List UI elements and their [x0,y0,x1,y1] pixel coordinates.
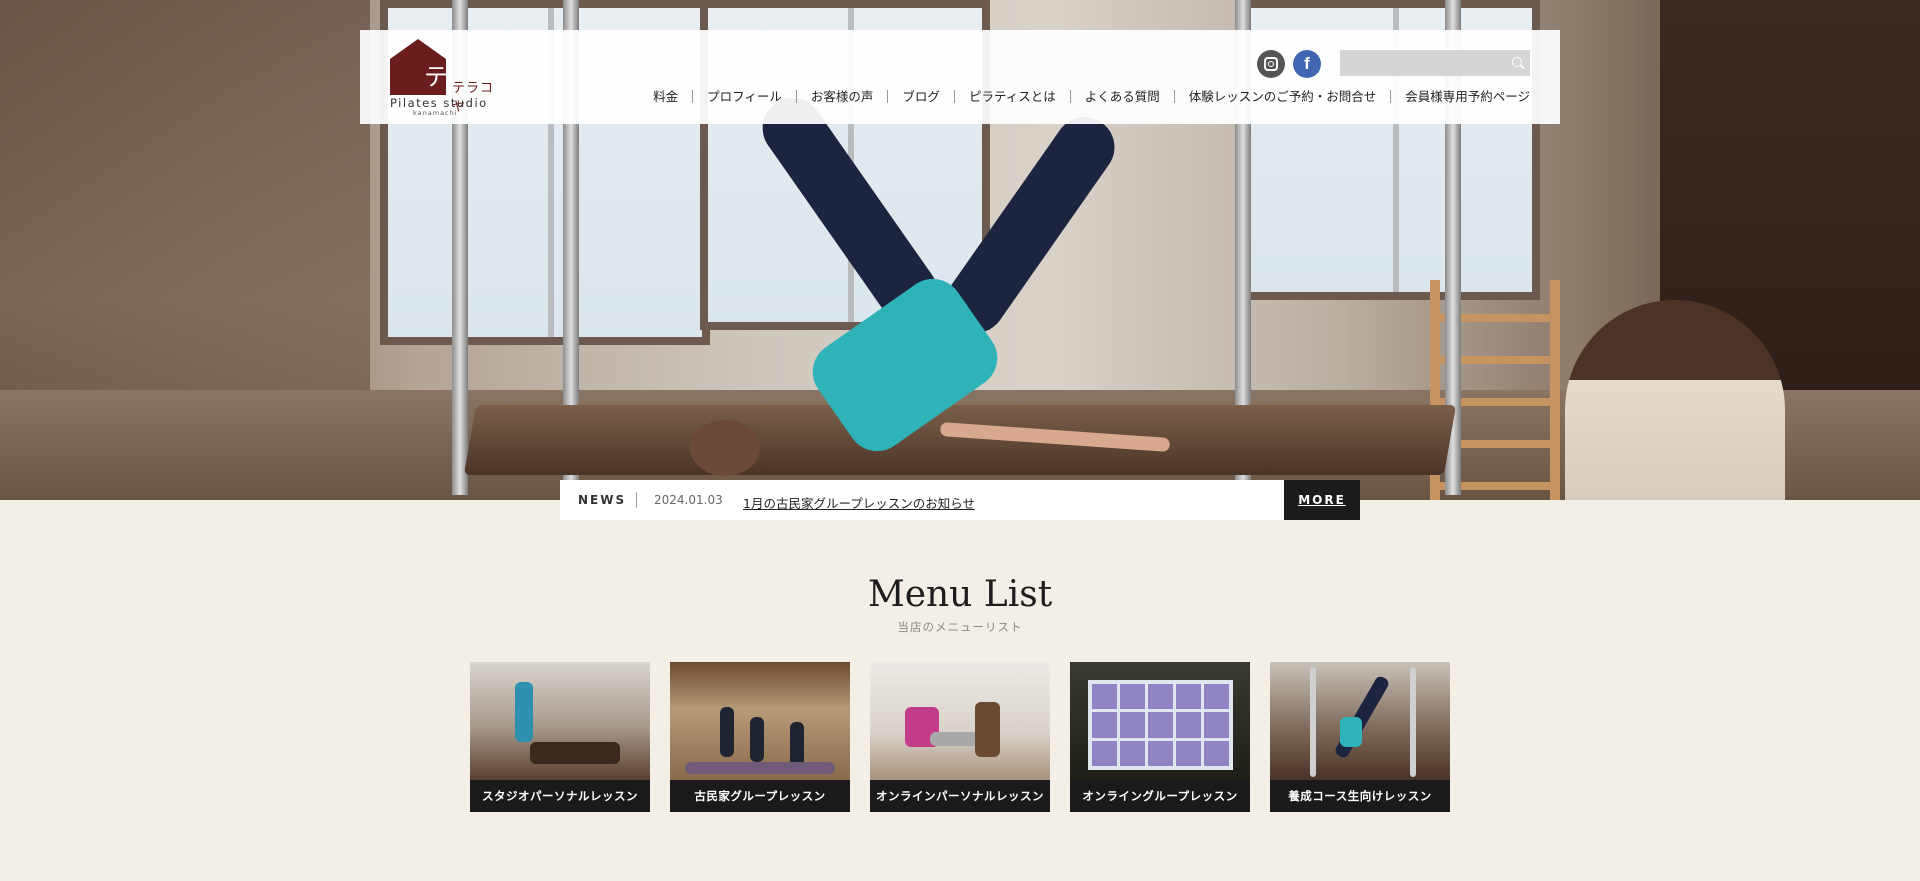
svg-text:テ: テ [424,63,446,91]
search-icon[interactable] [1512,57,1522,67]
menu-card-online-group[interactable]: オンライングループレッスン [1070,662,1250,812]
menu-card-studio-personal[interactable]: スタジオパーソナルレッスン [470,662,650,812]
news-more-button[interactable]: MORE [1284,480,1360,520]
site-logo[interactable]: テ テラコヤ Pilates studio kanamachi [390,39,495,117]
nav-item-faq[interactable]: よくある質問 [1071,90,1175,103]
menu-section-title: Menu List [867,574,1053,615]
search-box [1340,50,1530,76]
menu-card-label: オンラインパーソナルレッスン [870,780,1050,812]
nav-item-trial-contact[interactable]: 体験レッスンのご予約・お問合せ [1175,90,1392,103]
logo-text: Pilates studio [390,96,488,110]
menu-card-online-personal[interactable]: オンラインパーソナルレッスン [870,662,1050,812]
house-logo-icon: テ [390,39,446,95]
main-nav: 料金 プロフィール お客様の声 ブログ ピラティスとは よくある質問 体験レッス… [639,90,1530,103]
site-header: テ テラコヤ Pilates studio kanamachi f 料金 プロフ… [360,30,1560,124]
menu-card-trainee-lessons[interactable]: 養成コース生向けレッスン [1270,662,1450,812]
menu-card-photo [870,662,1050,780]
hero-figure-head [690,420,760,476]
menu-card-photo [670,662,850,780]
menu-card-kominka-group[interactable]: 古民家グループレッスン [670,662,850,812]
nav-item-blog[interactable]: ブログ [888,90,955,103]
news-bar: NEWS 2024.01.03 1月の古民家グループレッスンのお知らせ MORE [560,480,1360,520]
facebook-icon[interactable]: f [1293,50,1321,78]
menu-card-label: スタジオパーソナルレッスン [470,780,650,812]
nav-item-member-booking[interactable]: 会員様専用予約ページ [1391,90,1530,103]
news-divider [636,492,637,508]
menu-card-photo [1270,662,1450,780]
menu-card-list: スタジオパーソナルレッスン 古民家グループレッスン オンラインパーソナルレッスン… [470,662,1450,812]
search-input[interactable] [1340,50,1500,76]
menu-card-photo [470,662,650,780]
menu-section-subtitle: 当店のメニューリスト [897,620,1023,634]
nav-item-profile[interactable]: プロフィール [693,90,797,103]
news-date: 2024.01.03 [654,493,723,507]
news-label: NEWS [578,493,627,507]
logo-subtext: kanamachi [413,109,458,117]
hero-bench [463,405,1457,475]
menu-card-label: 養成コース生向けレッスン [1270,780,1450,812]
menu-card-label: 古民家グループレッスン [670,780,850,812]
nav-item-pricing[interactable]: 料金 [639,90,694,103]
instagram-icon[interactable] [1257,50,1285,78]
menu-card-photo [1070,662,1250,780]
news-title-link[interactable]: 1月の古民家グループレッスンのお知らせ [743,493,975,512]
nav-item-testimonials[interactable]: お客様の声 [797,90,889,103]
nav-item-about-pilates[interactable]: ピラティスとは [955,90,1071,103]
menu-card-label: オンライングループレッスン [1070,780,1250,812]
